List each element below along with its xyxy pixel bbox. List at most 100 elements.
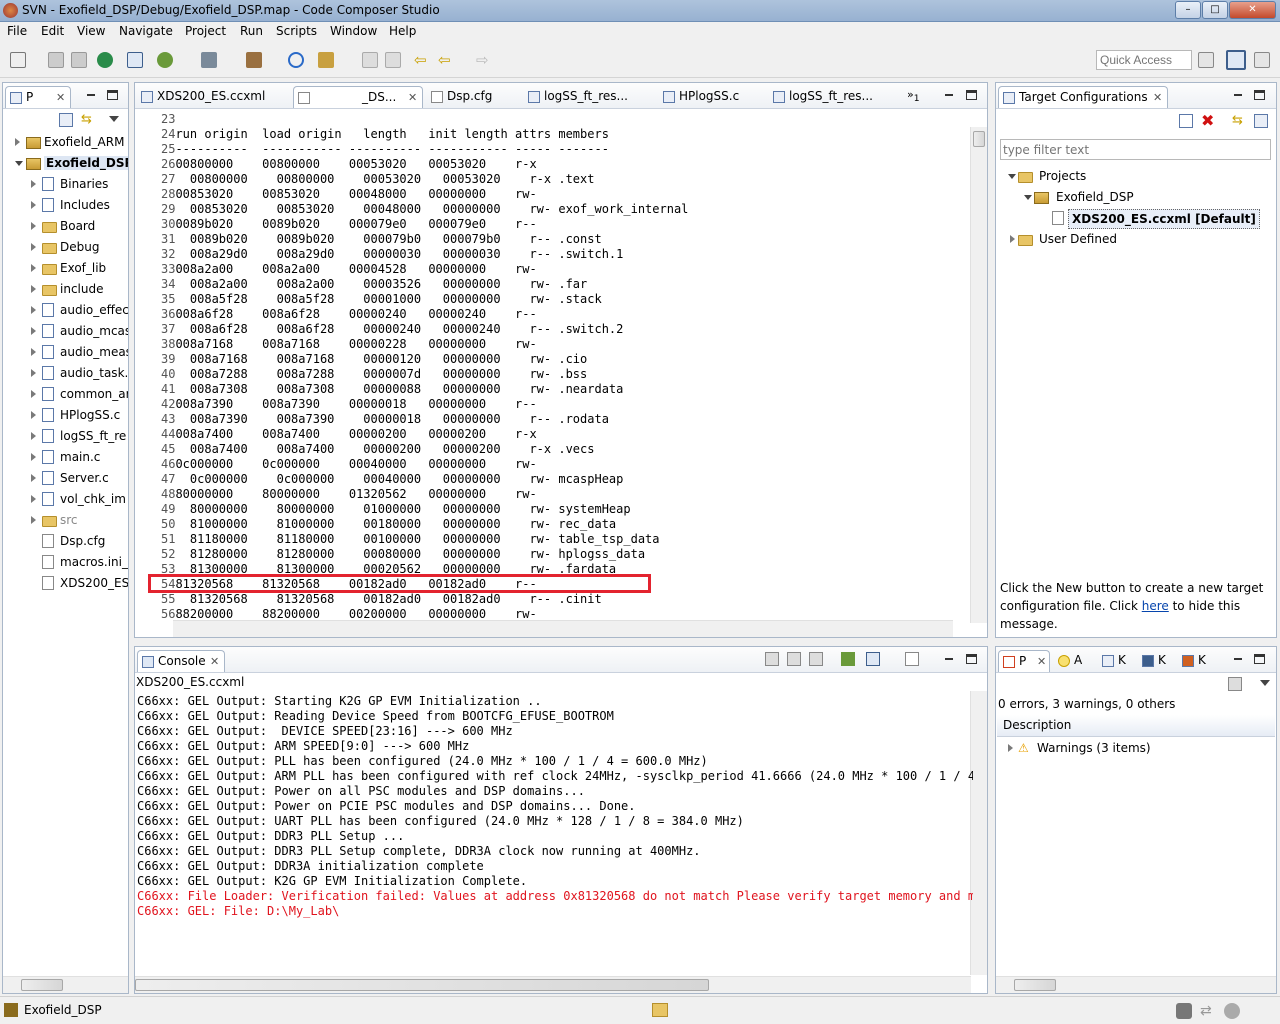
minimize-view-icon[interactable]	[943, 653, 955, 665]
tab-exofield-dsp-map[interactable]: _DS... ✕	[293, 86, 423, 108]
menu-file[interactable]: File	[7, 24, 27, 38]
tree-item[interactable]: Exof_lib	[3, 259, 128, 279]
sync-icon[interactable]: ⇄	[1200, 1003, 1216, 1019]
clear-console-icon[interactable]	[765, 652, 779, 666]
minimize-view-icon[interactable]	[1232, 89, 1244, 101]
minimize-button[interactable]: –	[1175, 1, 1201, 19]
tree-item-projects[interactable]: Projects	[996, 167, 1276, 187]
close-icon[interactable]: ✕	[408, 91, 417, 104]
menu-run[interactable]: Run	[240, 24, 263, 38]
maximize-view-icon[interactable]	[966, 654, 977, 664]
expand-icon[interactable]	[31, 369, 36, 377]
search-icon[interactable]	[288, 52, 304, 68]
maximize-view-icon[interactable]	[966, 90, 977, 100]
tree-item[interactable]: Dsp.cfg	[3, 532, 128, 552]
tree-item[interactable]: HPlogSS.c	[3, 406, 128, 426]
tab-dsp-cfg[interactable]: Dsp.cfg	[427, 86, 527, 108]
word-wrap-icon[interactable]	[809, 652, 823, 666]
tab-k-1[interactable]: K	[1098, 650, 1140, 672]
expand-icon[interactable]	[15, 161, 23, 166]
expand-icon[interactable]	[31, 474, 36, 482]
hide-message-link[interactable]: here	[1142, 599, 1169, 613]
console-hscroll-thumb[interactable]	[135, 979, 709, 991]
tree-item[interactable]: audio_mcas	[3, 322, 128, 342]
editor-vscroll-thumb[interactable]	[973, 131, 985, 147]
tree-item[interactable]: audio_effec	[3, 301, 128, 321]
editor-vscrollbar[interactable]	[970, 127, 987, 623]
menu-help[interactable]: Help	[389, 24, 416, 38]
tree-item[interactable]: Binaries	[3, 175, 128, 195]
tab-k-3[interactable]: K	[1178, 650, 1220, 672]
expand-icon[interactable]	[31, 327, 36, 335]
close-icon[interactable]: ✕	[210, 655, 219, 668]
explorer-hscroll-thumb[interactable]	[21, 979, 63, 991]
tree-item[interactable]: Debug	[3, 238, 128, 258]
svn-icon[interactable]	[97, 52, 113, 68]
ccs-debug-perspective-icon[interactable]	[1254, 52, 1270, 68]
forward-icon[interactable]: ⇨	[476, 52, 492, 68]
menu-edit[interactable]: Edit	[41, 24, 64, 38]
view-menu-icon[interactable]	[109, 116, 119, 122]
tree-item[interactable]: audio_task.	[3, 364, 128, 384]
tree-item[interactable]: logSS_ft_re	[3, 427, 128, 447]
tree-item[interactable]: common_ar	[3, 385, 128, 405]
tab-problems[interactable]: P ✕	[998, 650, 1050, 672]
minimize-view-icon[interactable]	[943, 89, 955, 101]
tab-k-2[interactable]: K	[1138, 650, 1180, 672]
maximize-view-icon[interactable]	[1254, 90, 1265, 100]
tab-project-explorer[interactable]: P ✕	[5, 86, 71, 108]
close-button[interactable]: ✕	[1229, 1, 1276, 19]
collapse-all-icon[interactable]	[1254, 114, 1268, 128]
tab-logss-ft-res-2[interactable]: logSS_ft_res...	[769, 86, 889, 108]
menu-project[interactable]: Project	[185, 24, 226, 38]
tree-item-exofield-dsp[interactable]: Exofield_DSP	[996, 188, 1276, 208]
close-icon[interactable]: ✕	[56, 91, 65, 104]
expand-icon[interactable]	[31, 243, 36, 251]
expand-icon[interactable]	[31, 390, 36, 398]
back-icon[interactable]: ⇦	[438, 52, 454, 68]
tree-item[interactable]: include	[3, 280, 128, 300]
svn-status-icon[interactable]	[1176, 1003, 1192, 1019]
tab-console[interactable]: Console ✕	[137, 650, 225, 672]
save-all-icon[interactable]	[71, 52, 87, 68]
tree-item[interactable]: audio_meas	[3, 343, 128, 363]
description-column-header[interactable]: Description	[997, 715, 1275, 737]
tab-advice[interactable]: A	[1054, 650, 1094, 672]
expand-icon[interactable]	[31, 285, 36, 293]
tree-item[interactable]: XDS200_ES	[3, 574, 128, 594]
tree-item-warnings[interactable]: ⚠ Warnings (3 items)	[996, 739, 1274, 759]
expand-icon[interactable]	[31, 201, 36, 209]
problems-hscrollbar[interactable]	[996, 976, 1276, 993]
console-output[interactable]: C66xx: GEL Output: Starting K2G GP EVM I…	[137, 694, 973, 919]
display-console-icon[interactable]	[866, 652, 880, 666]
expand-icon[interactable]	[1008, 744, 1013, 752]
console-hscrollbar[interactable]	[135, 976, 971, 993]
tree-item[interactable]: src	[3, 511, 128, 531]
tab-logss-ft-res-1[interactable]: logSS_ft_res...	[524, 86, 644, 108]
tree-item[interactable]: main.c	[3, 448, 128, 468]
new-target-config-icon[interactable]	[1179, 114, 1193, 128]
tree-item[interactable]: Board	[3, 217, 128, 237]
tree-item[interactable]: Includes	[3, 196, 128, 216]
open-console-icon[interactable]	[905, 652, 919, 666]
maximize-button[interactable]: □	[1202, 1, 1228, 19]
scroll-lock-icon[interactable]	[787, 652, 801, 666]
close-icon[interactable]: ✕	[1037, 655, 1046, 668]
map-file-text[interactable]: 23 24run origin load origin length init l…	[161, 112, 961, 620]
filter-input[interactable]	[1000, 139, 1271, 160]
filters-icon[interactable]	[1228, 677, 1242, 691]
tab-overflow-button[interactable]: »1	[907, 88, 920, 104]
tree-item[interactable]: vol_chk_im	[3, 490, 128, 510]
ccs-edit-perspective-icon[interactable]	[1226, 50, 1246, 70]
maximize-view-icon[interactable]	[107, 90, 118, 100]
next-annotation-icon[interactable]	[385, 52, 401, 68]
load-icon[interactable]	[201, 52, 217, 68]
expand-icon[interactable]	[31, 264, 36, 272]
last-edit-icon[interactable]: ⇦	[414, 52, 430, 68]
tree-item[interactable]: macros.ini_	[3, 553, 128, 573]
expand-icon[interactable]	[31, 348, 36, 356]
updates-icon[interactable]	[1224, 1003, 1240, 1019]
progress-icon[interactable]	[652, 1003, 668, 1017]
link-icon[interactable]: ⇆	[1232, 114, 1246, 128]
minimize-view-icon[interactable]	[85, 89, 97, 101]
